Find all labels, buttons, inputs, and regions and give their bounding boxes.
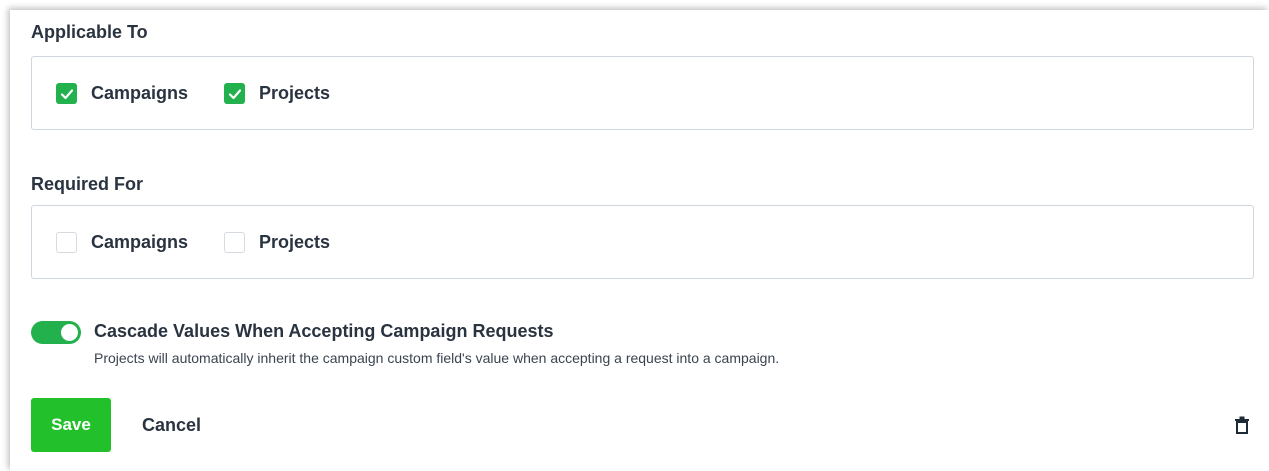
applicable-to-box: Campaigns Projects: [31, 56, 1254, 130]
check-icon: [228, 88, 241, 99]
applicable-to-label: Applicable To: [31, 22, 148, 42]
applicable-projects-label: Projects: [259, 83, 331, 103]
cascade-values-title: Cascade Values When Accepting Campaign R…: [94, 321, 554, 341]
check-icon: [60, 88, 73, 99]
required-campaigns-label: Campaigns: [91, 232, 189, 252]
applicable-projects-option[interactable]: Projects: [224, 83, 330, 104]
applicable-projects-checkbox[interactable]: [224, 83, 245, 104]
custom-field-settings-panel: Applicable To Campaigns Projects Require…: [10, 10, 1269, 471]
required-campaigns-option[interactable]: Campaigns: [56, 232, 188, 253]
cascade-values-toggle[interactable]: [31, 321, 81, 344]
required-projects-label: Projects: [259, 232, 331, 252]
trash-icon[interactable]: [1232, 415, 1252, 435]
applicable-campaigns-option[interactable]: Campaigns: [56, 83, 188, 104]
save-button[interactable]: Save: [31, 398, 111, 452]
required-for-box: Campaigns Projects: [31, 205, 1254, 279]
cascade-values-description: Projects will automatically inherit the …: [94, 350, 780, 366]
applicable-campaigns-label: Campaigns: [91, 83, 189, 103]
required-campaigns-checkbox[interactable]: [56, 232, 77, 253]
toggle-knob: [61, 324, 78, 341]
required-projects-option[interactable]: Projects: [224, 232, 330, 253]
required-projects-checkbox[interactable]: [224, 232, 245, 253]
cancel-button[interactable]: Cancel: [130, 398, 213, 452]
required-for-label: Required For: [31, 174, 144, 194]
applicable-campaigns-checkbox[interactable]: [56, 83, 77, 104]
